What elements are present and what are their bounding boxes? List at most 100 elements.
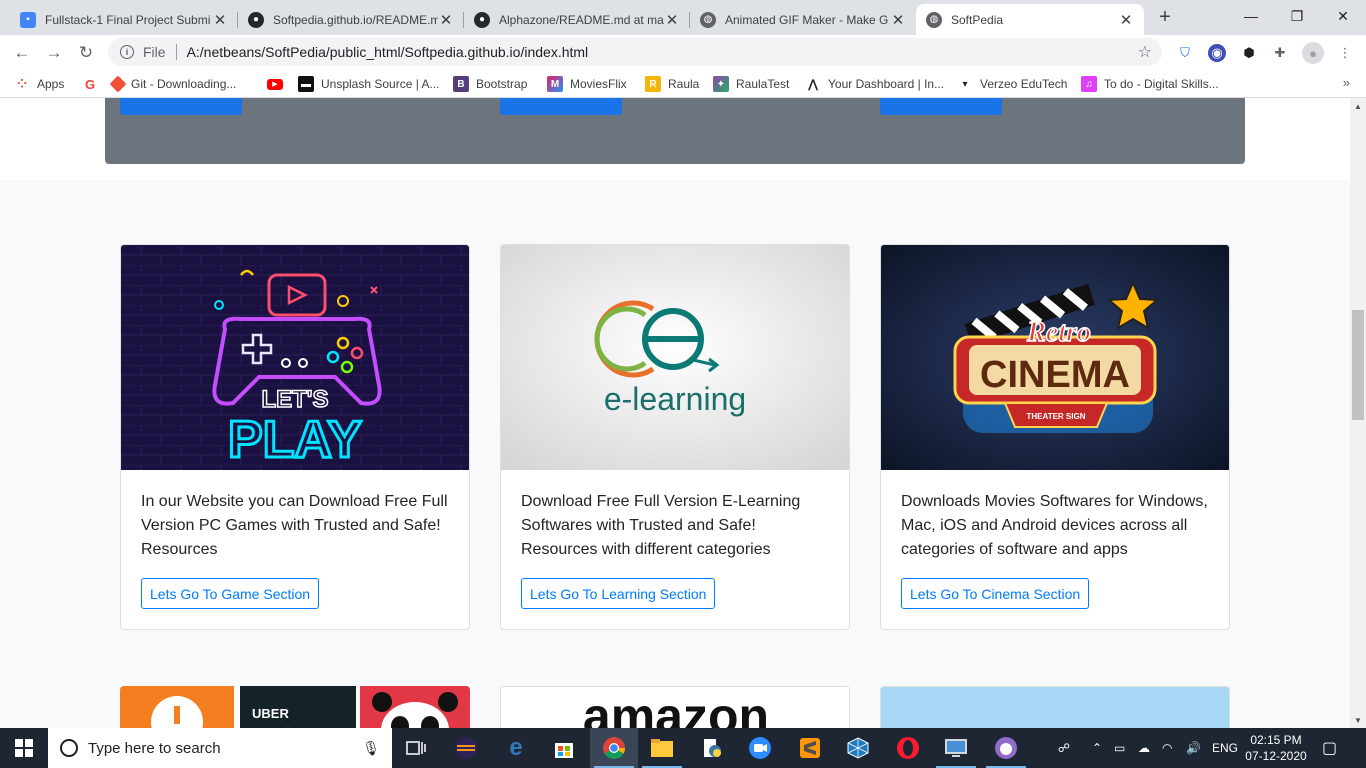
unsplash-icon: ▬	[298, 76, 314, 92]
windows-taskbar: Type here to search 🎙 e ☍ ⌃ ▭ ☁ ◠ 🔊 ENG …	[0, 728, 1366, 768]
scroll-thumb[interactable]	[1352, 310, 1364, 420]
bookmark-todo[interactable]: ♫ To do - Digital Skills...	[1081, 75, 1219, 93]
bookmark-google[interactable]: G	[82, 75, 105, 93]
wifi-icon[interactable]: ◠	[1162, 728, 1172, 768]
tab-fullstack[interactable]: ▪ Fullstack-1 Final Project Submi ✕	[10, 4, 238, 35]
bookmark-apps[interactable]: ⁘ Apps	[14, 75, 64, 93]
url-text[interactable]: A:/netbeans/SoftPedia/public_html/Softpe…	[187, 44, 589, 60]
uber-sub: eats	[252, 721, 308, 728]
tab-strip: ▪ Fullstack-1 Final Project Submi ✕ ● So…	[0, 0, 1366, 35]
close-icon[interactable]: ✕	[890, 11, 906, 29]
bookmark-bootstrap[interactable]: B Bootstrap	[453, 75, 527, 93]
scroll-up-icon[interactable]: ▲	[1350, 98, 1366, 114]
microphone-icon[interactable]: 🎙	[362, 740, 380, 757]
github-desktop-icon[interactable]	[982, 728, 1030, 768]
onedrive-icon[interactable]: ☁	[1138, 728, 1150, 768]
cube-extension-icon[interactable]: ⬢	[1240, 44, 1258, 62]
file-explorer-icon[interactable]	[638, 728, 686, 768]
hero-button-1[interactable]	[120, 98, 242, 115]
zoom-icon[interactable]	[736, 728, 784, 768]
google-icon: G	[84, 76, 96, 92]
games-section-button[interactable]: Lets Go To Game Section	[141, 578, 320, 609]
cinema-image: Retro CINEMA THEATER SIGN	[881, 245, 1229, 470]
address-bar[interactable]: i File A:/netbeans/SoftPedia/public_html…	[108, 38, 1162, 66]
card-food-partial: UBER eats	[120, 686, 470, 728]
extension-badge-icon[interactable]: ◉	[1208, 44, 1226, 62]
remote-desktop-icon[interactable]	[932, 728, 980, 768]
hero-button-3[interactable]	[880, 98, 1002, 115]
globe-icon: ◍	[700, 11, 716, 28]
notifications-icon[interactable]: ▢	[1322, 728, 1337, 768]
profile-avatar-icon[interactable]: ●	[1302, 42, 1324, 64]
tab-softpedia[interactable]: ◍ SoftPedia ✕	[916, 4, 1144, 35]
forward-icon[interactable]: →	[40, 39, 68, 67]
bookmark-git[interactable]: Git - Downloading...	[109, 75, 236, 93]
card-games: LET'S PLAY In our Website you can Downlo…	[120, 244, 470, 630]
reload-icon[interactable]: ↻	[72, 39, 100, 67]
page-viewport: LET'S PLAY In our Website you can Downlo…	[0, 98, 1350, 728]
virtualbox-icon[interactable]	[834, 728, 882, 768]
google-forms-icon: ▪	[20, 11, 36, 28]
cinema-image-line-3: THEATER SIGN	[1027, 412, 1086, 421]
new-tab-button[interactable]: +	[1152, 6, 1178, 30]
bookmark-star-icon[interactable]: ☆	[1138, 42, 1152, 62]
back-icon[interactable]: ←	[8, 39, 36, 67]
bookmark-raula[interactable]: R Raula	[645, 75, 699, 93]
info-icon[interactable]: i	[120, 45, 134, 59]
browser-toolbar: ← → ↻ i File A:/netbeans/SoftPedia/publi…	[0, 35, 1366, 70]
store-icon[interactable]	[540, 728, 588, 768]
close-window-icon[interactable]: ✕	[1320, 0, 1366, 32]
close-icon[interactable]: ✕	[212, 11, 228, 29]
card-blue-partial	[880, 686, 1230, 728]
bookmark-moviesflix[interactable]: M MoviesFlix	[547, 75, 627, 93]
bookmark-verzeo[interactable]: ▾ Verzeo EduTech	[957, 75, 1067, 93]
minimize-icon[interactable]: —	[1228, 0, 1274, 32]
restore-icon[interactable]: ❐	[1274, 0, 1320, 32]
volume-icon[interactable]: 🔊	[1186, 728, 1201, 768]
hero-button-2[interactable]	[500, 98, 622, 115]
bookmark-youtube[interactable]: ▶	[267, 75, 290, 93]
show-hidden-icons[interactable]: ⌃	[1092, 728, 1102, 768]
shield-extension-icon[interactable]: ⛉	[1176, 44, 1194, 62]
python-icon[interactable]	[688, 728, 736, 768]
people-icon[interactable]: ☍	[1054, 728, 1074, 768]
github-icon: ●	[474, 11, 490, 28]
sublime-text-icon[interactable]	[786, 728, 834, 768]
close-icon[interactable]: ✕	[664, 11, 680, 29]
raulatest-icon: ✦	[713, 76, 729, 92]
games-image: LET'S PLAY	[121, 245, 469, 470]
tab-softpedia-readme[interactable]: ● Softpedia.github.io/README.m ✕	[238, 4, 464, 35]
clock-time: 02:15 PM	[1250, 733, 1302, 747]
games-image-line-2: PLAY	[228, 411, 362, 469]
uber-label: UBER	[252, 706, 289, 721]
tab-alphazone-readme[interactable]: ● Alphazone/README.md at ma ✕	[464, 4, 690, 35]
more-bookmarks-icon[interactable]: »	[1343, 75, 1350, 90]
close-icon[interactable]: ✕	[438, 11, 454, 29]
chrome-icon[interactable]	[590, 728, 638, 768]
bootstrap-icon: B	[453, 76, 469, 92]
tab-gif-maker[interactable]: ◍ Animated GIF Maker - Make G ✕	[690, 4, 916, 35]
language-indicator[interactable]: ENG	[1212, 728, 1238, 768]
cinema-section-button[interactable]: Lets Go To Cinema Section	[901, 578, 1090, 609]
start-windows-icon[interactable]	[0, 728, 48, 768]
learning-section-button[interactable]: Lets Go To Learning Section	[521, 578, 716, 609]
system-clock[interactable]: 02:15 PM 07-12-2020	[1236, 732, 1316, 764]
bookmark-raulatest[interactable]: ✦ RaulaTest	[713, 75, 789, 93]
page-scrollbar[interactable]: ▲ ▼	[1350, 98, 1366, 728]
raula-icon: R	[645, 76, 661, 92]
battery-icon[interactable]: ▭	[1114, 728, 1125, 768]
close-icon[interactable]: ✕	[1118, 11, 1134, 29]
eclipse-icon[interactable]	[442, 728, 490, 768]
bookmark-dashboard[interactable]: ⋀ Your Dashboard | In...	[805, 75, 944, 93]
opera-icon[interactable]	[884, 728, 932, 768]
edge-icon[interactable]: e	[492, 728, 540, 768]
extensions-puzzle-icon[interactable]: ✚	[1271, 44, 1289, 62]
learning-image: e-learning	[501, 245, 849, 470]
bookmark-unsplash[interactable]: ▬ Unsplash Source | A...	[298, 75, 440, 93]
taskbar-search-input[interactable]: Type here to search 🎙	[48, 728, 392, 768]
games-image-line-1: LET'S	[261, 386, 328, 413]
scroll-down-icon[interactable]: ▼	[1350, 712, 1366, 728]
menu-kebab-icon[interactable]: ⋮	[1336, 44, 1354, 62]
task-view-icon[interactable]	[392, 728, 440, 768]
moviesflix-icon: M	[547, 76, 563, 92]
